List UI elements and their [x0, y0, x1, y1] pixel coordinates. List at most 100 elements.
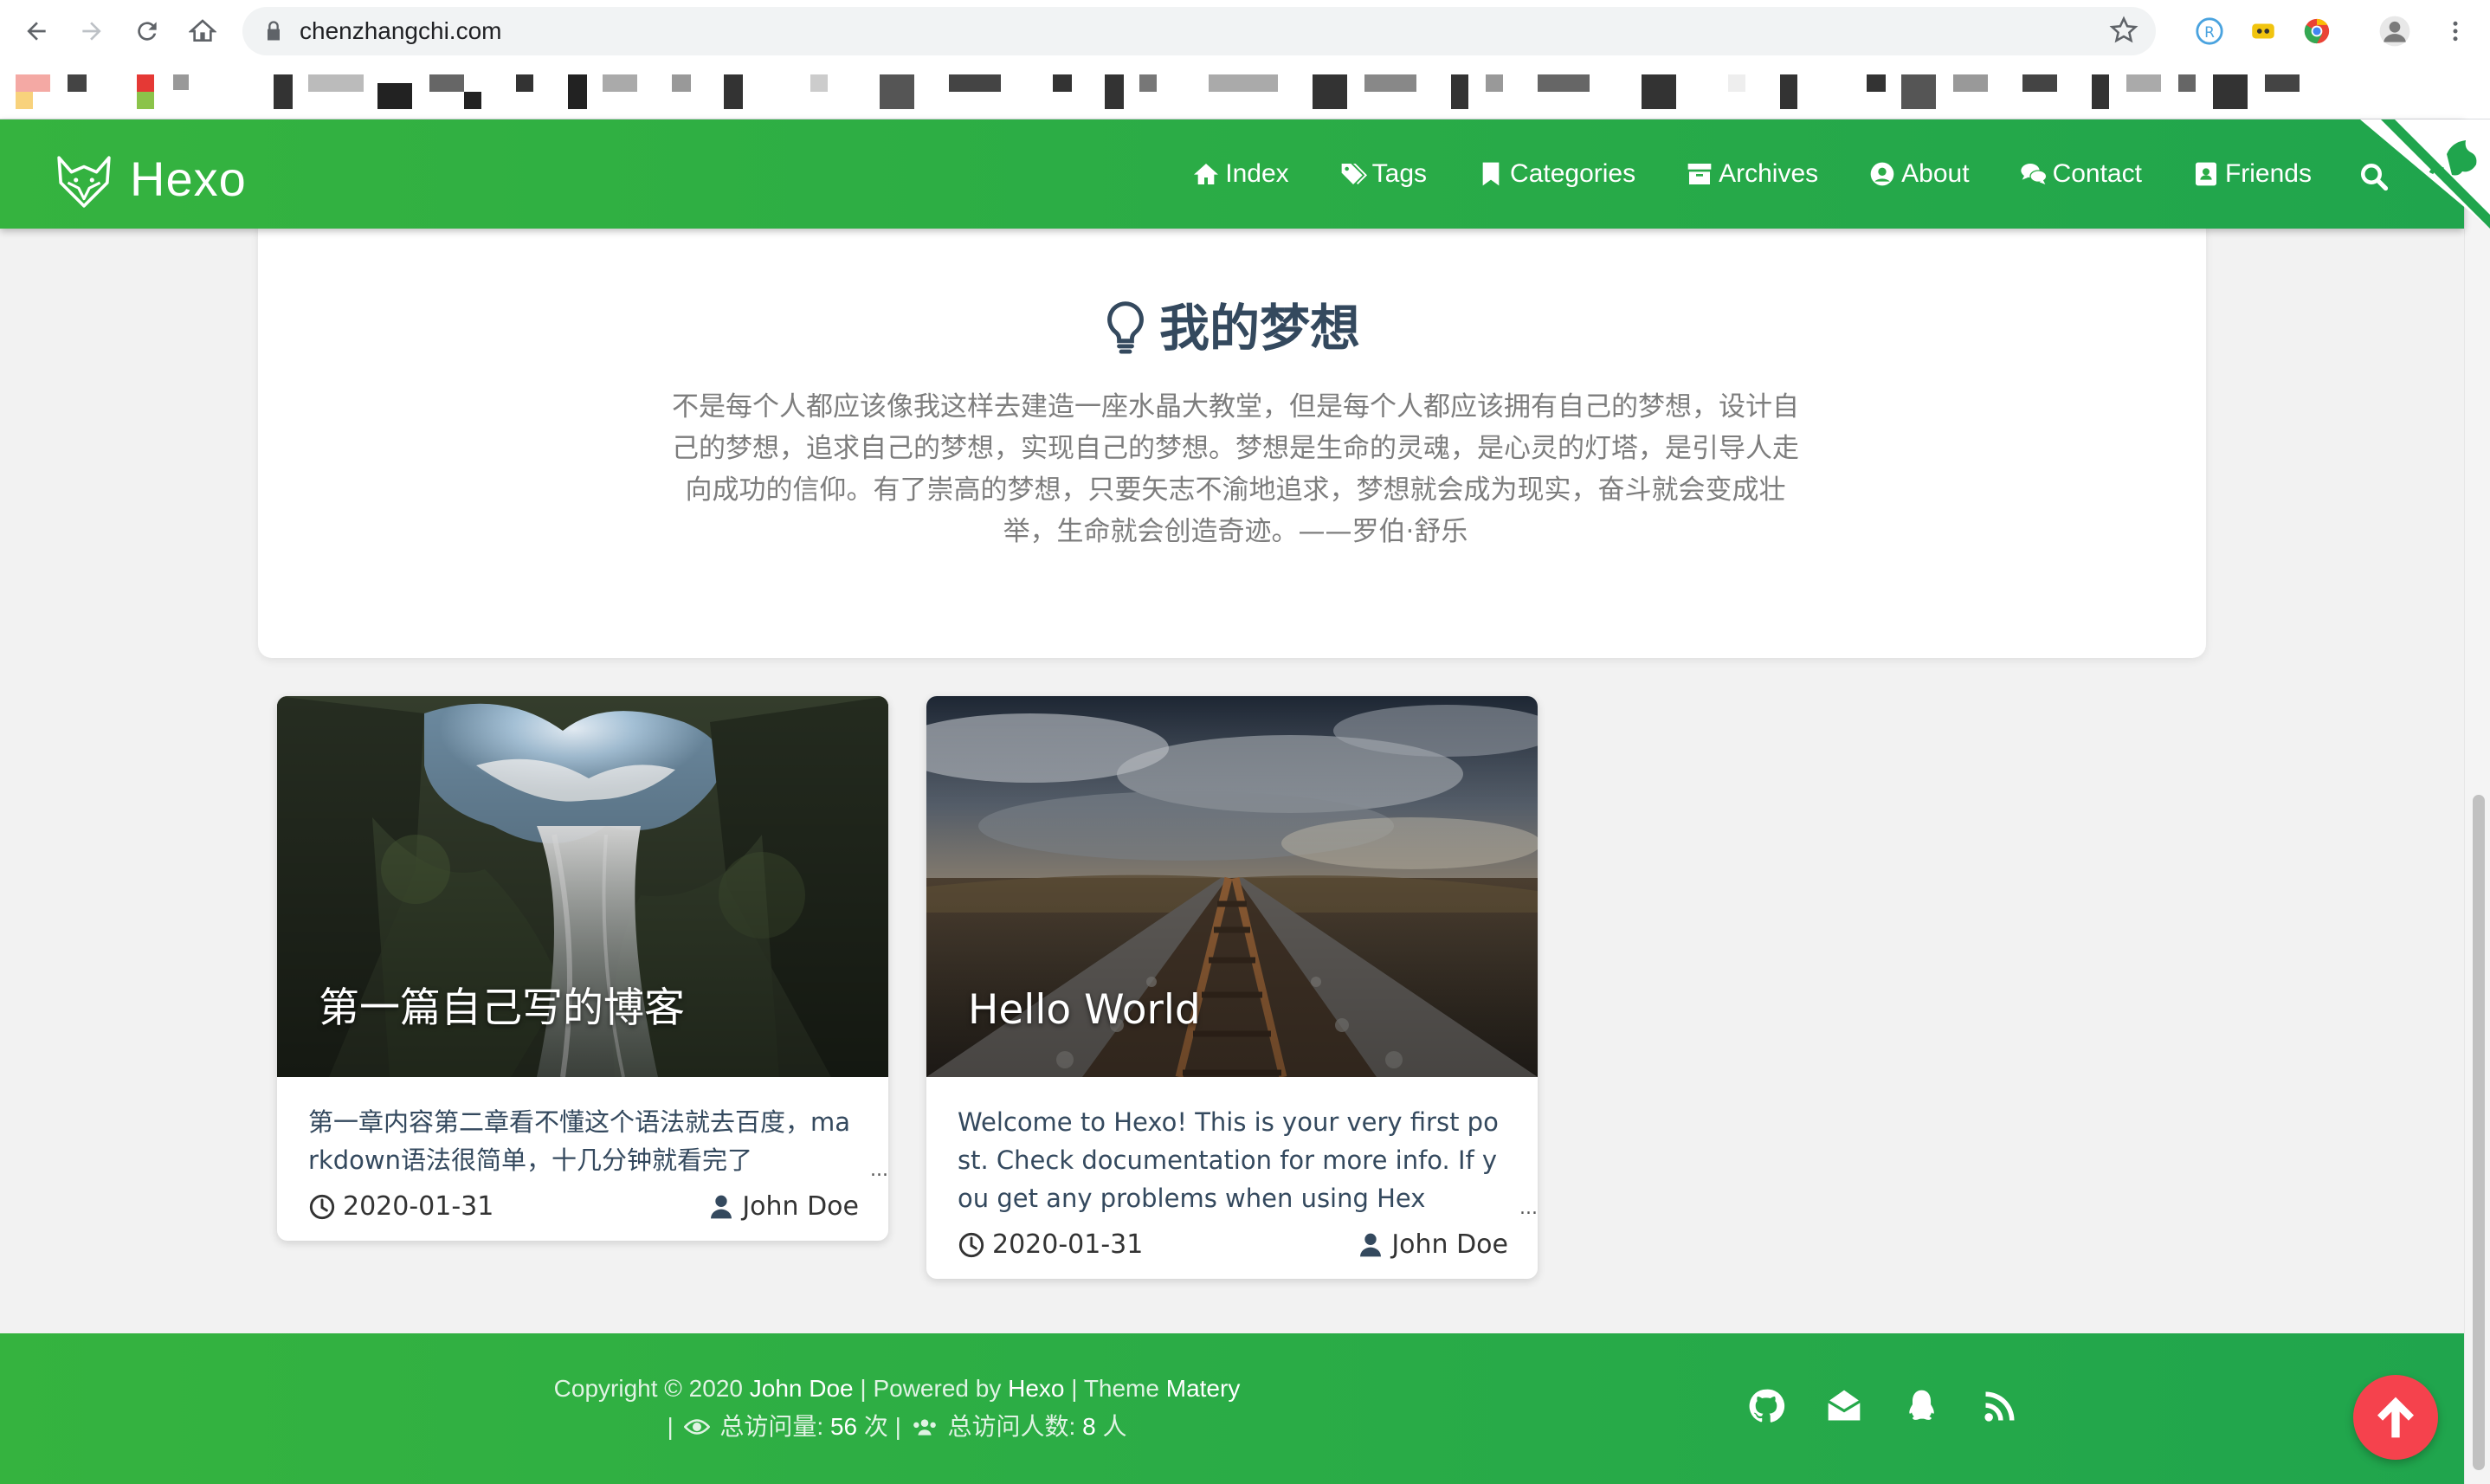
- home-button[interactable]: [184, 12, 222, 50]
- article-cover-image[interactable]: Hello World: [926, 696, 1538, 1077]
- visits-unit: 次: [863, 1413, 888, 1440]
- bookmark-item[interactable]: [1780, 74, 1797, 109]
- menu-item-tags[interactable]: Tags: [1339, 159, 1427, 189]
- user-icon: [711, 1195, 732, 1218]
- article-meta: 2020-01-31 John Doe: [926, 1217, 1538, 1279]
- qq-icon[interactable]: [1903, 1387, 1941, 1425]
- bookmark-item[interactable]: [1209, 74, 1278, 92]
- bookmark-item[interactable]: [1313, 74, 1347, 109]
- extension-chrome-icon[interactable]: [2300, 14, 2334, 48]
- github-corner-icon[interactable]: [2360, 119, 2490, 229]
- bookmark-item[interactable]: [2092, 74, 2109, 109]
- bookmark-item[interactable]: [1364, 74, 1416, 92]
- footer-author-link[interactable]: John Doe: [750, 1375, 854, 1402]
- bookmark-item[interactable]: [2022, 74, 2057, 92]
- bookmark-item[interactable]: [274, 74, 293, 109]
- bookmark-item[interactable]: [16, 92, 33, 109]
- bookmark-item[interactable]: [1053, 74, 1072, 92]
- menu-item-index[interactable]: Index: [1192, 159, 1289, 189]
- article-date: 2020-01-31: [958, 1229, 1143, 1260]
- bookmark-item[interactable]: [672, 74, 691, 92]
- bookmark-item[interactable]: [1642, 74, 1676, 109]
- copyright-text: Copyright © 2020: [553, 1375, 743, 1402]
- bookmark-item[interactable]: [2213, 74, 2248, 109]
- bookmark-item[interactable]: [16, 74, 50, 92]
- menu-item-categories[interactable]: Categories: [1477, 159, 1635, 189]
- article-author[interactable]: John Doe: [1357, 1229, 1508, 1260]
- article-card[interactable]: Hello World Welcome to Hexo! This is you…: [926, 696, 1538, 1279]
- browser-toolbar: chenzhangchi.com R: [0, 0, 2490, 62]
- article-card[interactable]: 第一篇自己写的博客 第一章内容第二章看不懂这个语法就去百度，markdown语法…: [277, 696, 888, 1241]
- back-button[interactable]: [17, 12, 55, 50]
- bookmark-item[interactable]: [1953, 74, 1988, 92]
- menu-label: Contact: [2052, 159, 2142, 188]
- menu-item-friends[interactable]: Friends: [2192, 159, 2312, 189]
- home-icon: [1194, 164, 1219, 184]
- menu-kebab-icon[interactable]: [2438, 14, 2473, 48]
- bookmark-item[interactable]: [1486, 74, 1503, 92]
- envelope-open-icon[interactable]: [1825, 1387, 1863, 1425]
- bookmark-item[interactable]: [810, 74, 828, 92]
- extension-translate-icon[interactable]: R: [2192, 14, 2227, 48]
- page-scrollbar[interactable]: [2464, 119, 2490, 1484]
- article-meta: 2020-01-31 John Doe: [277, 1179, 888, 1241]
- bookmark-item[interactable]: [1867, 74, 1886, 92]
- bookmark-item[interactable]: [308, 74, 364, 92]
- bookmark-item[interactable]: [568, 74, 587, 109]
- bookmark-item[interactable]: [880, 74, 914, 109]
- menu-label: Tags: [1371, 159, 1428, 188]
- menu-label: About: [1901, 159, 1970, 188]
- menu-item-about[interactable]: About: [1868, 159, 1970, 189]
- bookmark-item[interactable]: [2126, 74, 2161, 92]
- menu-item-archives[interactable]: Archives: [1686, 159, 1818, 189]
- bookmark-item[interactable]: [68, 74, 87, 92]
- bookmark-item[interactable]: [137, 92, 154, 109]
- home-outline-icon: [189, 19, 216, 42]
- forward-button[interactable]: [73, 12, 111, 50]
- bookmark-item[interactable]: [2178, 74, 2196, 92]
- article-author[interactable]: John Doe: [707, 1191, 859, 1222]
- footer-copyright-line: Copyright © 2020 John Doe | Powered by H…: [551, 1370, 1243, 1408]
- bookmark-item[interactable]: [724, 74, 743, 109]
- bookmark-item[interactable]: [1538, 74, 1590, 92]
- bookmark-item[interactable]: [1139, 74, 1157, 92]
- article-cover-image[interactable]: 第一篇自己写的博客: [277, 696, 888, 1077]
- bookmark-star-icon[interactable]: [2109, 16, 2138, 45]
- article-title[interactable]: 第一篇自己写的博客: [319, 974, 685, 1034]
- site-title[interactable]: Hexo: [130, 151, 247, 207]
- rss-icon[interactable]: [1981, 1387, 2019, 1425]
- article-title[interactable]: Hello World: [968, 986, 1201, 1034]
- hexo-link[interactable]: Hexo: [1008, 1375, 1064, 1402]
- profile-avatar[interactable]: [2377, 14, 2412, 48]
- lightbulb-icon: [1107, 301, 1144, 354]
- bookmark-item[interactable]: [137, 74, 154, 92]
- reload-button[interactable]: [128, 12, 166, 50]
- comments-icon: [2020, 164, 2047, 184]
- bookmark-item[interactable]: [1105, 74, 1124, 109]
- scrollbar-thumb[interactable]: [2473, 795, 2485, 1470]
- site-logo[interactable]: [55, 152, 113, 210]
- bookmark-item[interactable]: [2265, 74, 2300, 92]
- back-to-top-button[interactable]: [2353, 1375, 2438, 1460]
- extension-tampermonkey-icon[interactable]: [2246, 14, 2280, 48]
- bookmark-item[interactable]: [173, 74, 189, 90]
- address-bar[interactable]: chenzhangchi.com: [242, 7, 2156, 55]
- bookmark-item[interactable]: [429, 74, 464, 92]
- bookmark-item[interactable]: [1451, 74, 1468, 109]
- bookmark-item[interactable]: [377, 83, 412, 109]
- lock-icon: [268, 21, 280, 41]
- bookmark-item[interactable]: [1901, 74, 1936, 109]
- menu-item-contact[interactable]: Contact: [2020, 159, 2142, 189]
- bookmark-item[interactable]: [464, 92, 481, 109]
- bookmark-item[interactable]: [1728, 74, 1745, 92]
- bookmark-icon: [1482, 162, 1500, 186]
- bookmark-item[interactable]: [949, 74, 1001, 92]
- fox-logo-icon: [57, 156, 111, 208]
- menu-label: Categories: [1510, 159, 1636, 188]
- bookmark-item[interactable]: [603, 74, 637, 92]
- bookmark-item[interactable]: [516, 74, 533, 92]
- theme-link[interactable]: Matery: [1166, 1375, 1241, 1402]
- github-icon[interactable]: [1747, 1387, 1785, 1425]
- powered-by-text: | Powered by: [860, 1375, 1002, 1402]
- menu-label: Archives: [1719, 159, 1819, 188]
